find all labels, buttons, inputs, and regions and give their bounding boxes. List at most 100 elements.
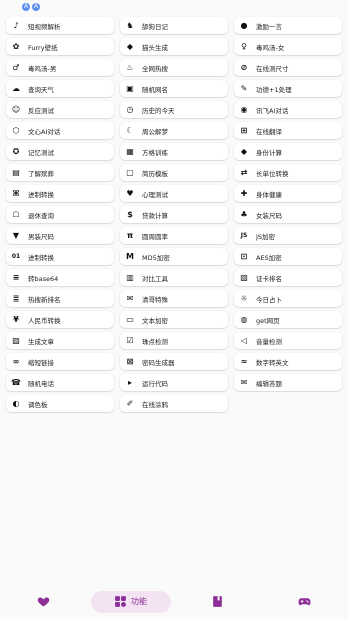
- rmb-icon: ¥: [13, 314, 19, 324]
- paw-icon: ✿: [12, 41, 20, 51]
- feature-label: 短视频解析: [28, 22, 61, 31]
- feature-item[interactable]: π 圆周圆率: [120, 227, 228, 244]
- feature-item[interactable]: ≈ 数字转英文: [234, 353, 342, 370]
- feature-label: 身体健康: [256, 190, 282, 199]
- feature-item[interactable]: $ 贷款计算: [120, 206, 228, 223]
- md5-icon: M: [126, 251, 134, 261]
- feature-item[interactable]: ☾ 周公解梦: [120, 122, 228, 139]
- feature-item[interactable]: ● 激励一言: [234, 17, 342, 34]
- tab-functions[interactable]: 功能: [90, 590, 171, 613]
- feature-item[interactable]: ◉ 讯飞AI对话: [234, 101, 342, 118]
- feature-item[interactable]: ⊠ 密码生成器: [120, 353, 228, 370]
- feature-item[interactable]: ▼ 男装尺码: [6, 227, 114, 244]
- feature-item[interactable]: ◆ 猫头生成: [120, 38, 228, 55]
- feature-item[interactable]: ⊞ 在线翻译: [234, 122, 342, 139]
- translate-icon: ⊞: [240, 125, 248, 135]
- flame-icon: ◉: [240, 104, 248, 114]
- feature-item[interactable]: ▭ 文本加密: [120, 311, 228, 328]
- feature-item[interactable]: ▢ 简历模板: [120, 164, 228, 181]
- feature-label: 功德+1处理: [256, 85, 292, 94]
- feature-item[interactable]: ▣ 随机网名: [120, 80, 228, 97]
- feature-item[interactable]: ✎ 功德+1处理: [234, 80, 342, 97]
- feature-label: 文本加密: [142, 316, 168, 325]
- feature-item[interactable]: ▥ 对比工具: [120, 269, 228, 286]
- feature-label: 热搜新排名: [28, 295, 61, 304]
- feature-item[interactable]: ☁ 查询天气: [6, 80, 114, 97]
- feature-item[interactable]: ☎ 随机电话: [6, 374, 114, 391]
- dream-icon: ☾: [126, 125, 134, 135]
- feature-label: 毒鸡汤-女: [256, 43, 285, 52]
- feature-item[interactable]: ☑ 珠点检测: [120, 332, 228, 349]
- feature-label: 猫头生成: [142, 43, 168, 52]
- feature-item[interactable]: ♪ 短视频解析: [6, 17, 114, 34]
- tab-notes[interactable]: [178, 591, 258, 613]
- feature-item[interactable]: ✉ 清哥特殊: [120, 290, 228, 307]
- feature-item[interactable]: ◁ 音量检测: [234, 332, 342, 349]
- feature-item[interactable]: ✚ 身体健康: [234, 185, 342, 202]
- feature-label: 了解殡葬: [28, 169, 54, 178]
- feature-item[interactable]: ♨ 全网热搜: [120, 59, 228, 76]
- volume-icon: ◁: [240, 335, 248, 345]
- feature-label: 男装尺码: [28, 232, 54, 241]
- feature-item[interactable]: ◷ 历史的今天: [120, 101, 228, 118]
- feature-item[interactable]: ♀ 毒鸡汤-女: [234, 38, 342, 55]
- feature-item[interactable]: ♂ 毒鸡汤-男: [6, 59, 114, 76]
- feature-item[interactable]: ♣ 女装尺码: [234, 206, 342, 223]
- feature-item[interactable]: ◍ get网页: [234, 311, 342, 328]
- feature-label: 进制转换: [28, 253, 54, 262]
- feature-item[interactable]: ▦ 方格训练: [120, 143, 228, 160]
- feature-item[interactable]: ⊘ 在线测尺寸: [234, 59, 342, 76]
- feature-item[interactable]: M MD5加密: [120, 248, 228, 265]
- feature-item[interactable]: ▤ 了解殡葬: [6, 164, 114, 181]
- dog-icon: ♞: [126, 20, 134, 30]
- heart-icon: [37, 595, 50, 608]
- printer-icon: ▨: [12, 335, 20, 345]
- clock-icon: ◷: [126, 104, 134, 114]
- feature-item[interactable]: ✪ 记忆测试: [6, 143, 114, 160]
- feature-item[interactable]: ♞ 舔狗日记: [120, 17, 228, 34]
- web-icon: ◍: [240, 314, 248, 324]
- feature-item[interactable]: 01 进制转换: [6, 248, 114, 265]
- feature-label: 圆周圆率: [142, 232, 168, 241]
- feature-item[interactable]: ▸ 运行代码: [120, 374, 228, 391]
- feature-item[interactable]: ☺ 反应测试: [6, 101, 114, 118]
- feature-item[interactable]: ⌘ 进制转换: [6, 185, 114, 202]
- smile-icon: ☺: [11, 104, 21, 114]
- password-icon: ⊠: [126, 356, 134, 366]
- feature-label: 随机电话: [28, 379, 54, 388]
- feature-item[interactable]: ▨ 生成文章: [6, 332, 114, 349]
- feature-label: 反应测试: [28, 106, 54, 115]
- feature-label: 生成文章: [28, 337, 54, 346]
- feature-item[interactable]: ≡ 转base64: [6, 269, 114, 286]
- retire-icon: ☖: [12, 209, 20, 219]
- feature-item[interactable]: ◐ 调色板: [6, 395, 114, 412]
- feature-item[interactable]: ✐ 在线涂鸦: [120, 395, 228, 412]
- base64-icon: ≡: [12, 272, 20, 282]
- brain-icon: ✪: [12, 146, 20, 156]
- feature-item[interactable]: ⇄ 长单位转换: [234, 164, 342, 181]
- tab-favorites[interactable]: [4, 591, 84, 613]
- feature-item[interactable]: ☖ 退休查询: [6, 206, 114, 223]
- feature-item[interactable]: ⬡ 文心AI对话: [6, 122, 114, 139]
- feature-item[interactable]: ⊡ AES加密: [234, 248, 342, 265]
- feature-item[interactable]: ▧ 证卡排名: [234, 269, 342, 286]
- feature-label: Furry壁纸: [28, 43, 58, 52]
- rank-icon: ≣: [12, 293, 20, 303]
- feature-label: 周公解梦: [142, 127, 168, 136]
- feature-item[interactable]: ✉ 编辑答题: [234, 374, 342, 391]
- feature-item[interactable]: ¥ 人民币转换: [6, 311, 114, 328]
- feature-label: 贷款计算: [142, 211, 168, 220]
- feature-item[interactable]: ♥ 心理测试: [120, 185, 228, 202]
- feature-label: 调色板: [28, 400, 48, 409]
- tab-games[interactable]: [265, 591, 345, 613]
- code-icon: ⌘: [12, 188, 20, 198]
- feature-item[interactable]: JS JS加密: [234, 227, 342, 244]
- feature-item[interactable]: ≣ 热搜新排名: [6, 290, 114, 307]
- feature-item[interactable]: ☼ 今日占卜: [234, 290, 342, 307]
- feature-label: 女装尺码: [256, 211, 282, 220]
- feature-item[interactable]: ✿ Furry壁纸: [6, 38, 114, 55]
- pi-icon: π: [126, 230, 134, 240]
- feature-item[interactable]: ◆ 身份计算: [234, 143, 342, 160]
- feature-item[interactable]: ∞ 缩短链接: [6, 353, 114, 370]
- feature-label: 历史的今天: [142, 106, 175, 115]
